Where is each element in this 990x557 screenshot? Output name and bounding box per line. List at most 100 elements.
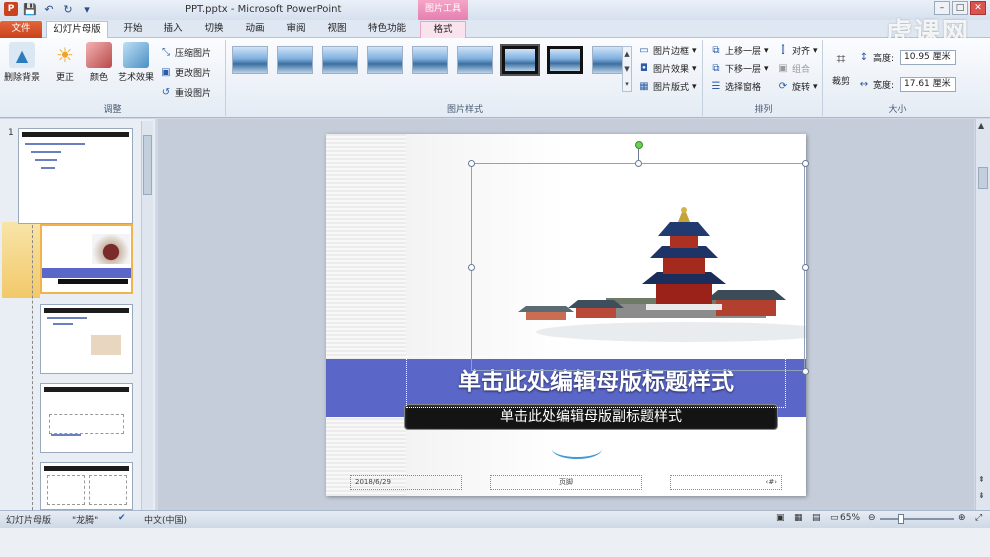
- resize-handle-top[interactable]: [635, 160, 642, 167]
- footer-placeholder[interactable]: 页脚: [490, 475, 642, 490]
- title-slide-layout-thumbnail[interactable]: [40, 224, 133, 294]
- rotate-button[interactable]: ⟳ 旋转 ▾: [777, 80, 818, 93]
- reading-view-icon[interactable]: ▤: [812, 513, 821, 523]
- remove-background-button[interactable]: ▲ 删除背景: [2, 42, 42, 83]
- send-backward-button[interactable]: ⧉ 下移一层 ▾: [710, 62, 768, 75]
- group-objects-button[interactable]: ▣ 组合: [777, 62, 810, 75]
- picture-style-4[interactable]: [367, 46, 403, 74]
- status-bar: 幻灯片母版 "龙腾" ✔ 中文(中国) ▣ ▦ ▤ ▭ 65% ⊖ ⊕ ⤢: [0, 510, 990, 527]
- picture-style-8[interactable]: [547, 46, 583, 74]
- title-bar: P 💾 ↶ ↻ ▾ PPT.pptx - Microsoft PowerPoin…: [0, 0, 990, 20]
- prev-slide-icon[interactable]: ⇞: [978, 475, 985, 484]
- save-icon[interactable]: 💾: [23, 2, 37, 16]
- picture-style-7[interactable]: [500, 44, 540, 76]
- layout-thumbnail-3[interactable]: [40, 304, 133, 374]
- undo-icon[interactable]: ↶: [42, 2, 56, 16]
- layout-thumbnail-5[interactable]: [40, 462, 133, 510]
- slide-master-layout[interactable]: 单击此处编辑母版副标题样式 2018/6/29 页脚 ‹#›: [326, 134, 806, 496]
- picture-style-3[interactable]: [322, 46, 358, 74]
- tab-home[interactable]: 开始: [116, 21, 150, 38]
- layout-thumbnail-4[interactable]: [40, 383, 133, 453]
- fit-slide-icon[interactable]: ⤢: [975, 513, 982, 523]
- resize-handle-top-left[interactable]: [468, 160, 475, 167]
- slide-master-thumbnail[interactable]: [18, 128, 133, 224]
- width-icon: ↔: [859, 79, 869, 90]
- layout-connector: [32, 215, 33, 510]
- selection-pane-icon: ☰: [711, 81, 721, 92]
- view-name: 幻灯片母版: [6, 516, 52, 526]
- color-icon: [86, 42, 112, 68]
- customize-qat-icon[interactable]: ▾: [80, 2, 94, 16]
- zoom-in-icon[interactable]: ⊕: [958, 513, 966, 523]
- height-input[interactable]: 10.95 厘米: [900, 50, 956, 65]
- redo-icon[interactable]: ↻: [61, 2, 75, 16]
- spellcheck-icon[interactable]: ✔: [118, 513, 126, 523]
- tab-review[interactable]: 审阅: [279, 21, 313, 38]
- picture-styles-gallery: [232, 44, 628, 76]
- close-button[interactable]: ✕: [970, 1, 986, 15]
- tab-slide-master[interactable]: 幻灯片母版: [46, 21, 108, 38]
- zoom-level[interactable]: 65%: [840, 513, 860, 523]
- title-placeholder[interactable]: 单击此处编辑母版标题样式: [406, 356, 786, 408]
- slide-number-placeholder[interactable]: ‹#›: [670, 475, 782, 490]
- picture-border-button[interactable]: ▭ 图片边框 ▾: [638, 44, 696, 57]
- slide-sorter-icon[interactable]: ▦: [794, 513, 803, 523]
- send-backward-icon: ⧉: [712, 63, 720, 74]
- picture-styles-group-label: 图片样式: [446, 105, 483, 115]
- corrections-button[interactable]: ☀ 更正: [50, 42, 80, 83]
- taskbar-strip: [0, 528, 990, 557]
- picture-effects-button[interactable]: ◘ 图片效果 ▾: [638, 62, 697, 75]
- canvas-scrollbar[interactable]: ▲ ⇞ ⇟: [975, 119, 990, 510]
- zoom-slider[interactable]: [880, 518, 954, 520]
- resize-handle-left[interactable]: [468, 264, 475, 271]
- temple-of-heaven-image[interactable]: [506, 204, 806, 344]
- window-title: PPT.pptx - Microsoft PowerPoint: [185, 4, 342, 15]
- rotate-icon: ⟳: [778, 81, 788, 92]
- picture-style-5[interactable]: [412, 46, 448, 74]
- picture-style-2[interactable]: [277, 46, 313, 74]
- height-icon: ↕: [859, 52, 869, 63]
- width-input[interactable]: 17.61 厘米: [900, 77, 956, 92]
- align-button[interactable]: ⫿ 对齐 ▾: [777, 44, 817, 57]
- crop-icon: ⌗: [836, 49, 846, 68]
- picture-style-1[interactable]: [232, 46, 268, 74]
- tab-special-features[interactable]: 特色功能: [362, 21, 412, 38]
- powerpoint-icon[interactable]: P: [4, 2, 18, 16]
- slideshow-icon[interactable]: ▭: [830, 513, 839, 523]
- change-picture-button[interactable]: ▣ 更改图片: [160, 66, 211, 79]
- language[interactable]: 中文(中国): [144, 513, 187, 526]
- picture-style-6[interactable]: [457, 46, 493, 74]
- resize-handle-top-right[interactable]: [802, 160, 809, 167]
- resize-handle-right[interactable]: [802, 264, 809, 271]
- width-control: ↔ 宽度:: [859, 79, 895, 91]
- picture-layout-button[interactable]: ▦ 图片版式 ▾: [638, 80, 696, 93]
- next-slide-icon[interactable]: ⇟: [978, 491, 985, 500]
- quick-access-toolbar: P 💾 ↶ ↻ ▾: [4, 2, 94, 16]
- reset-picture-button[interactable]: ↺ 重设图片: [160, 86, 211, 99]
- zoom-out-icon[interactable]: ⊖: [868, 513, 876, 523]
- resize-handle-bottom-right[interactable]: [802, 368, 809, 375]
- picture-tools-header: 图片工具: [418, 0, 468, 20]
- tab-transitions[interactable]: 切换: [197, 21, 231, 38]
- tab-file[interactable]: 文件: [0, 21, 42, 38]
- artistic-effects-button[interactable]: 艺术效果: [116, 42, 156, 83]
- picture-border-icon: ▭: [639, 45, 649, 56]
- scroll-up-icon[interactable]: ▲: [978, 121, 984, 130]
- gallery-scroll[interactable]: ▲ ▼ ▾: [622, 46, 632, 92]
- normal-view-icon[interactable]: ▣: [776, 513, 785, 523]
- date-placeholder[interactable]: 2018/6/29: [350, 475, 462, 490]
- tab-view[interactable]: 视图: [320, 21, 354, 38]
- zoom-slider-knob[interactable]: [898, 514, 904, 524]
- bring-forward-button[interactable]: ⧉ 上移一层 ▾: [710, 44, 768, 57]
- compress-pictures-button[interactable]: ⤡ 压缩图片: [160, 46, 211, 59]
- tab-animations[interactable]: 动画: [238, 21, 272, 38]
- selection-pane-button[interactable]: ☰ 选择窗格: [710, 80, 762, 93]
- rotation-handle[interactable]: [635, 141, 643, 149]
- tab-format[interactable]: 格式: [420, 21, 466, 38]
- crop-button[interactable]: ⌗ 裁剪: [828, 46, 854, 87]
- theme-name: "龙腾": [72, 516, 99, 526]
- picture-layout-icon: ▦: [639, 81, 649, 92]
- thumbnail-scrollbar[interactable]: [141, 121, 153, 510]
- tab-insert[interactable]: 插入: [156, 21, 190, 38]
- color-button[interactable]: 颜色: [84, 42, 114, 83]
